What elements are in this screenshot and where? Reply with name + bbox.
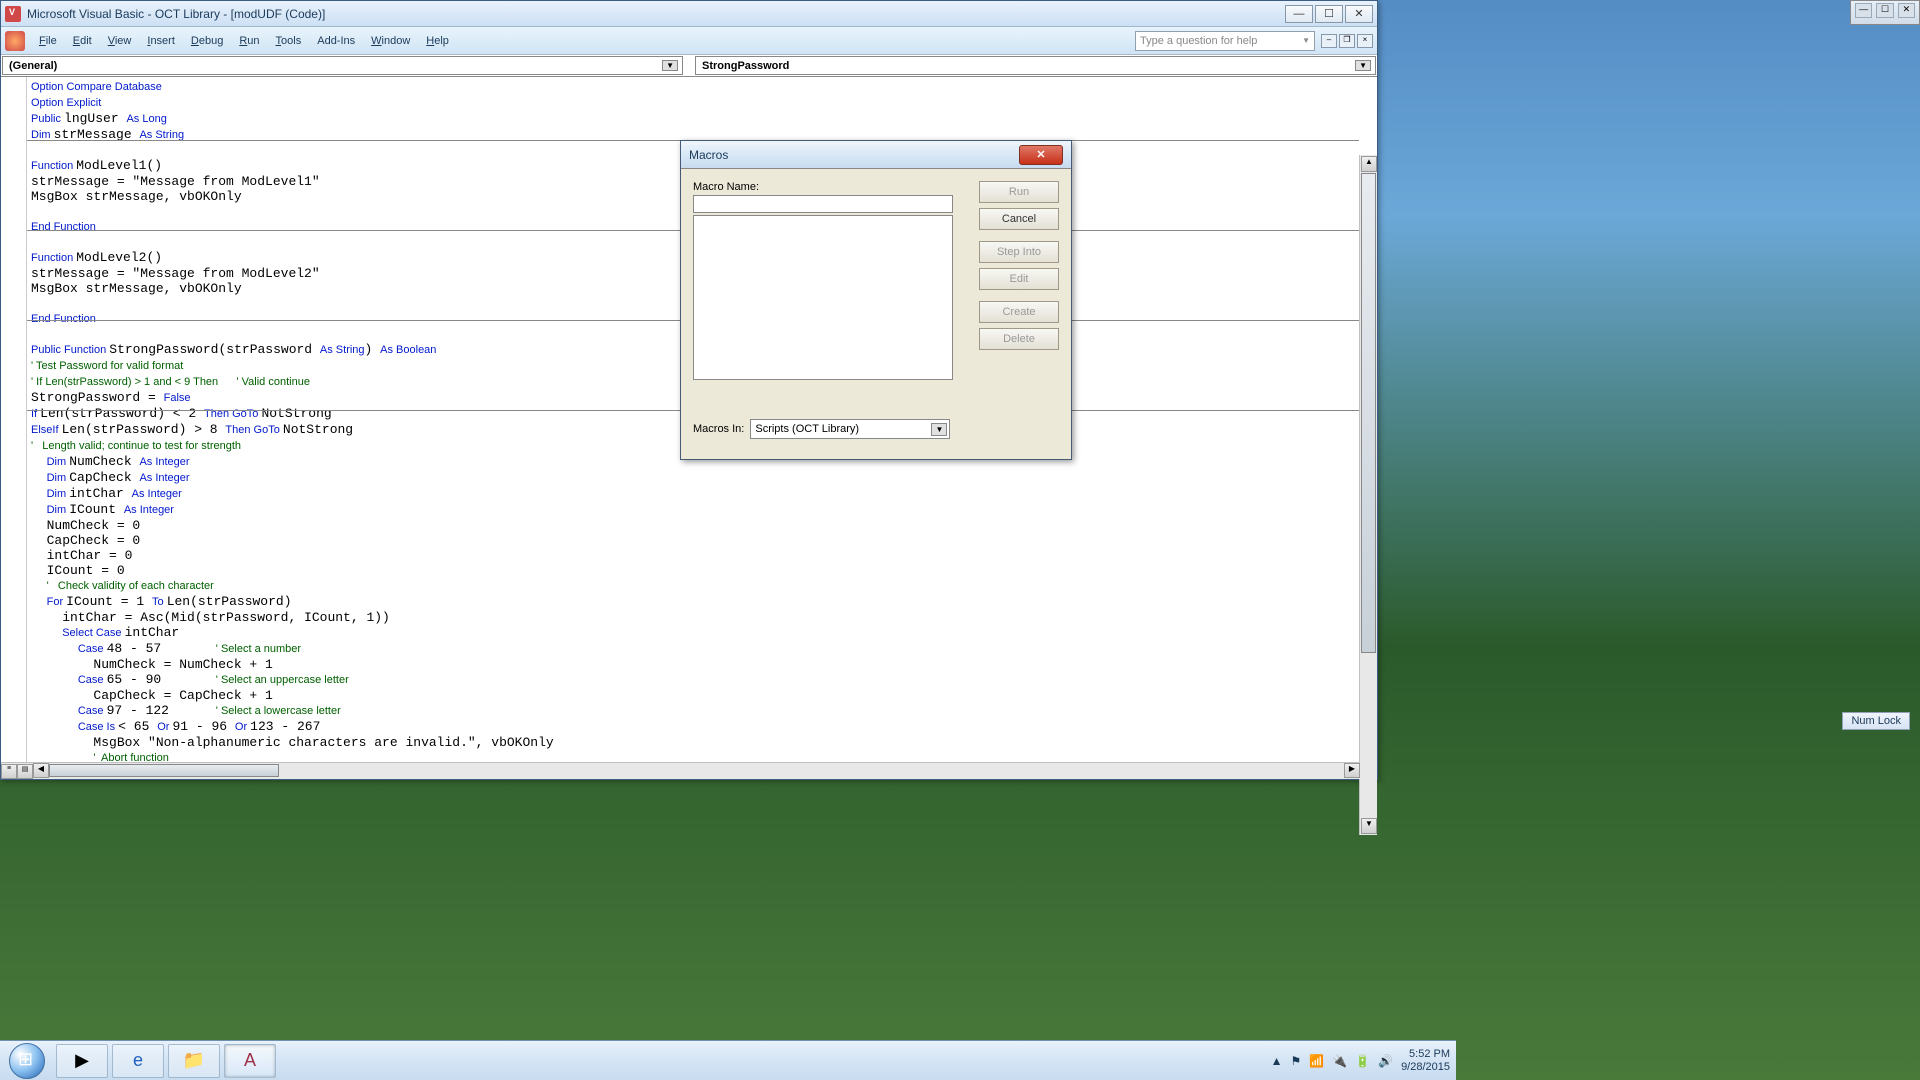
menu-help[interactable]: Help [418,32,457,50]
dialog-close-button[interactable]: ✕ [1019,145,1063,165]
maximize-button[interactable]: ☐ [1315,5,1343,23]
power-icon[interactable]: 🔌 [1332,1054,1347,1068]
menu-tools[interactable]: Tools [268,32,310,50]
battery-icon[interactable]: 🔋 [1355,1054,1370,1068]
help-search-input[interactable]: Type a question for help ▼ [1135,31,1315,51]
scroll-right-button[interactable]: ▶ [1344,763,1360,778]
vertical-scrollbar[interactable]: ▲ ▼ [1359,155,1377,835]
edit-button: Edit [979,268,1059,290]
hscroll-thumb[interactable] [49,764,279,777]
menu-debug[interactable]: Debug [183,32,231,50]
scroll-left-button[interactable]: ◀ [33,763,49,778]
bg-close-button[interactable]: ✕ [1898,3,1915,18]
minimize-button[interactable]: — [1285,5,1313,23]
menu-insert[interactable]: Insert [139,32,183,50]
procedure-dropdown[interactable]: StrongPassword [695,56,1376,75]
help-placeholder: Type a question for help [1140,35,1257,47]
macros-dialog: Macros ✕ Macro Name: Run Cancel Step Int… [680,140,1072,460]
menu-view[interactable]: View [100,32,140,50]
cancel-button[interactable]: Cancel [979,208,1059,230]
create-button: Create [979,301,1059,323]
macros-in-dropdown[interactable]: Scripts (OCT Library) [750,419,950,439]
taskbar-ie[interactable]: e [112,1044,164,1078]
taskbar-explorer[interactable]: 📁 [168,1044,220,1078]
network-icon[interactable]: 📶 [1309,1054,1324,1068]
taskbar: ▶ e 📁 A ▲ ⚑ 📶 🔌 🔋 🔊 5:52 PM 9/28/2015 [0,1040,1456,1080]
macros-in-label: Macros In: [693,423,744,435]
volume-icon[interactable]: 🔊 [1378,1054,1393,1068]
code-nav-row: (General) StrongPassword [1,55,1377,77]
vb-icon[interactable] [5,31,25,51]
code-margin [1,77,27,779]
scroll-down-button[interactable]: ▼ [1361,818,1377,834]
windows-orb-icon [9,1043,45,1079]
mdi-minimize-button[interactable]: – [1321,34,1337,48]
menu-file[interactable]: File [31,32,65,50]
macro-name-input[interactable] [693,195,953,213]
object-dropdown[interactable]: (General) [2,56,683,75]
run-button: Run [979,181,1059,203]
window-title: Microsoft Visual Basic - OCT Library - [… [27,7,1285,21]
horizontal-scrollbar: ≡ ▤ ◀ ▶ [1,762,1360,779]
dialog-title: Macros [689,148,1019,162]
mdi-close-button[interactable]: × [1357,34,1373,48]
action-center-icon[interactable]: ⚑ [1290,1054,1301,1068]
system-tray: ▲ ⚑ 📶 🔌 🔋 🔊 5:52 PM 9/28/2015 [1271,1048,1450,1074]
title-bar[interactable]: Microsoft Visual Basic - OCT Library - [… [1,1,1377,27]
numlock-indicator: Num Lock [1842,712,1910,730]
procedure-view-button[interactable]: ≡ [1,764,17,779]
delete-button: Delete [979,328,1059,350]
start-button[interactable] [0,1042,54,1080]
mdi-restore-button[interactable]: ❐ [1339,34,1355,48]
show-hidden-icon[interactable]: ▲ [1271,1054,1283,1068]
bg-maximize-button[interactable]: ☐ [1876,3,1893,18]
chevron-down-icon: ▼ [1302,36,1310,45]
background-window-controls: — ☐ ✕ [1850,0,1920,25]
step-into-button: Step Into [979,241,1059,263]
taskbar-access[interactable]: A [224,1044,276,1078]
menu-window[interactable]: Window [363,32,418,50]
menu-edit[interactable]: Edit [65,32,100,50]
bg-minimize-button[interactable]: — [1855,3,1872,18]
taskbar-media-player[interactable]: ▶ [56,1044,108,1078]
menu-bar: FileEditViewInsertDebugRunToolsAdd-InsWi… [1,27,1377,55]
menu-run[interactable]: Run [231,32,267,50]
full-module-view-button[interactable]: ▤ [17,764,33,779]
app-icon [5,6,21,22]
close-button[interactable]: ✕ [1345,5,1373,23]
macro-listbox[interactable] [693,215,953,380]
dialog-title-bar[interactable]: Macros ✕ [681,141,1071,169]
vscroll-thumb[interactable] [1361,173,1376,653]
clock[interactable]: 5:52 PM 9/28/2015 [1401,1048,1450,1074]
menu-add-ins[interactable]: Add-Ins [309,32,363,50]
scroll-up-button[interactable]: ▲ [1361,156,1377,172]
